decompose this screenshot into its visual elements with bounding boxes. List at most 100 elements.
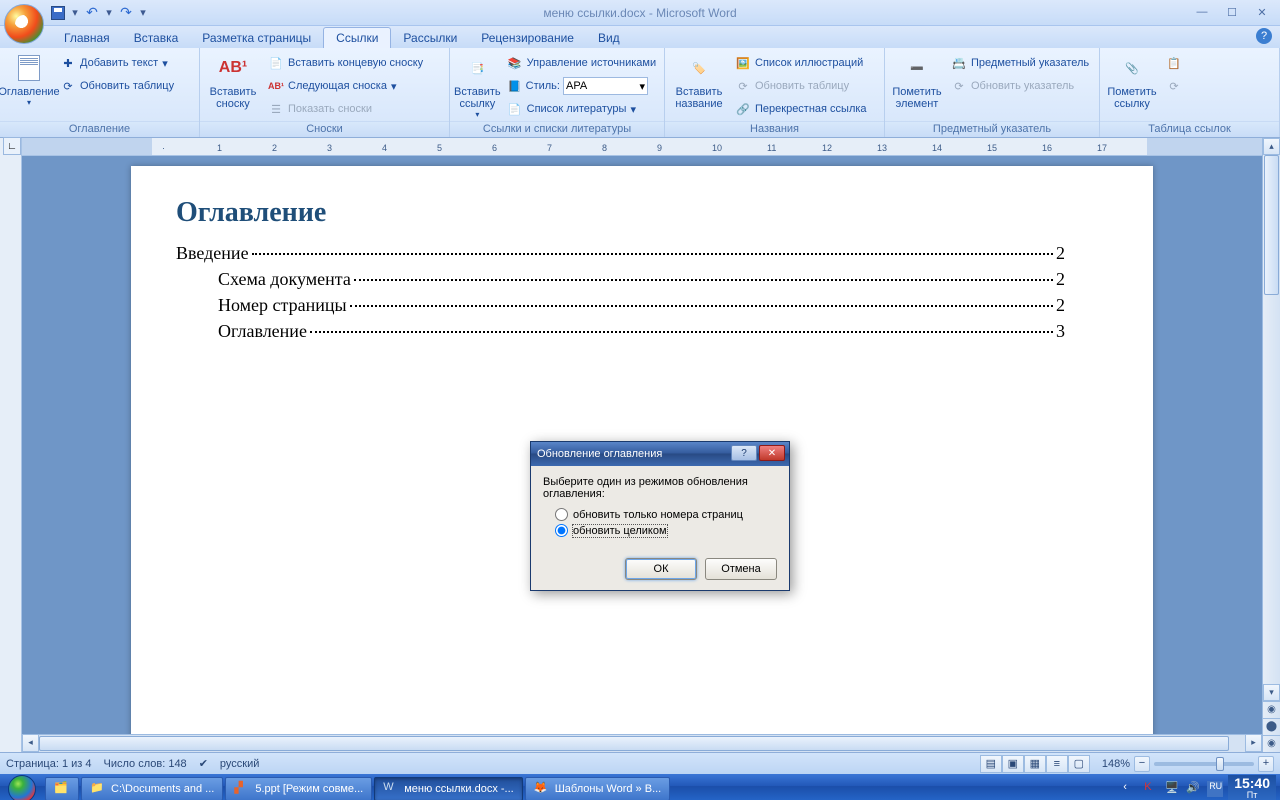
taskbar-documents[interactable]: 📁C:\Documents and ... [81,777,223,800]
web-layout-view[interactable]: ▦ [1024,755,1046,773]
update-toa-button: ⟳ [1162,75,1186,97]
cross-reference-button[interactable]: 🔗Перекрестная ссылка [731,98,871,120]
toc-entry[interactable]: Схема документа2 [176,269,1065,290]
redo-icon[interactable]: ↷ [118,5,134,21]
undo-icon[interactable]: ↶ [84,5,100,21]
group-footnotes-label: Сноски [200,121,449,137]
horizontal-scrollbar[interactable]: ◂ ▸ [22,734,1262,752]
table-of-figures-button[interactable]: 🖼️Список иллюстраций [731,52,871,74]
status-proofing-icon[interactable]: ✔ [199,757,208,770]
show-footnotes-button: ☰Показать сноски [264,98,427,120]
insert-index-button[interactable]: 📇Предметный указатель [947,52,1093,74]
explorer-icon: 🗂️ [54,781,70,797]
hscroll-thumb[interactable] [39,736,1229,751]
dialog-help-button[interactable]: ? [731,445,757,461]
taskbar-ppt[interactable]: ▞5.ppt [Режим совме... [225,777,372,800]
tab-review[interactable]: Рецензирование [469,28,586,48]
zoom-out-button[interactable]: − [1134,756,1150,772]
dialog-title-bar[interactable]: Обновление оглавления ? ✕ [531,442,789,466]
status-language[interactable]: русский [220,758,259,770]
taskbar: 🗂️ 📁C:\Documents and ... ▞5.ppt [Режим с… [0,774,1280,800]
sources-icon: 📚 [507,55,523,71]
maximize-button[interactable]: ☐ [1220,3,1244,21]
vertical-scrollbar[interactable]: ▴ ▾ ◉ ⬤ ◉ [1262,138,1280,752]
outline-view[interactable]: ≡ [1046,755,1068,773]
radio-update-page-numbers[interactable]: обновить только номера страниц [555,508,777,521]
insert-caption-button[interactable]: 🏷️ Вставить название [669,50,729,120]
ok-button[interactable]: ОК [625,558,697,580]
tray-volume-icon[interactable]: 🔊 [1186,781,1202,797]
dialog-close-button[interactable]: ✕ [759,445,785,461]
update-idx-icon: ⟳ [951,78,967,94]
bibliography-button[interactable]: 📄Список литературы ▾ [503,98,660,120]
style-label: Стиль: [526,80,560,92]
insert-footnote-button[interactable]: AB¹ Вставить сноску [204,50,262,120]
status-page[interactable]: Страница: 1 из 4 [6,758,92,770]
toc-entry[interactable]: Введение2 [176,243,1065,264]
tab-view[interactable]: Вид [586,28,632,48]
tab-home[interactable]: Главная [52,28,122,48]
tray-network-icon[interactable]: 🖥️ [1165,781,1181,797]
clock[interactable]: 15:40Пт [1228,775,1276,800]
draft-view[interactable]: ▢ [1068,755,1090,773]
zoom-slider[interactable] [1154,762,1254,766]
update-toc-button[interactable]: ⟳Обновить таблицу [56,75,178,97]
qat-undo-dropdown[interactable]: ▾ [104,5,114,21]
next-page-button[interactable]: ◉ [1263,735,1280,752]
mark-entry-button[interactable]: ➖ Пометить элемент [889,50,945,120]
citation-style-select[interactable]: APA▾ [563,77,648,95]
start-button[interactable] [0,774,44,800]
manage-sources-button[interactable]: 📚Управление источниками [503,52,660,74]
taskbar-explorer[interactable]: 🗂️ [45,777,79,800]
scroll-up-button[interactable]: ▴ [1263,138,1280,155]
taskbar-word[interactable]: Wменю ссылки.docx -... [374,777,523,800]
prev-page-button[interactable]: ◉ [1263,701,1280,718]
full-screen-view[interactable]: ▣ [1002,755,1024,773]
insert-citation-button[interactable]: 📑 Вставить ссылку ▾ [454,50,501,120]
scroll-down-button[interactable]: ▾ [1263,684,1280,701]
close-button[interactable]: ✕ [1250,3,1274,21]
system-tray: ‹ K 🖥️ 🔊 RU 15:40Пт [1123,775,1280,800]
word-icon: W [383,781,399,797]
toc-button[interactable]: Оглавление ▾ [4,50,54,120]
zoom-level[interactable]: 148% [1102,758,1130,770]
next-footnote-button[interactable]: AB¹Следующая сноска ▾ [264,75,427,97]
help-icon[interactable]: ? [1256,28,1272,44]
taskbar-firefox[interactable]: 🦊Шаблоны Word » В... [525,777,671,800]
tab-mailings[interactable]: Рассылки [391,28,469,48]
qat-customize-dropdown[interactable]: ▾ [138,5,148,21]
tray-expand-icon[interactable]: ‹ [1123,781,1139,797]
style-icon: 📘 [507,78,523,94]
document-area[interactable]: Оглавление Введение2 Схема документа2 Но… [22,156,1262,734]
toc-entry[interactable]: Номер страницы2 [176,295,1065,316]
qat-save-dropdown[interactable]: ▾ [70,5,80,21]
save-icon[interactable] [50,5,66,21]
title-bar: ▾ ↶ ▾ ↷ ▾ меню ссылки.docx - Microsoft W… [0,0,1280,26]
toc-entry[interactable]: Оглавление3 [176,321,1065,342]
insert-endnote-button[interactable]: 📄Вставить концевую сноску [264,52,427,74]
tab-page-layout[interactable]: Разметка страницы [190,28,323,48]
print-layout-view[interactable]: ▤ [980,755,1002,773]
tab-selector[interactable]: ∟ [3,137,21,155]
vscroll-thumb[interactable] [1264,155,1279,295]
tray-lang-icon[interactable]: RU [1207,781,1223,797]
mark-citation-button[interactable]: 📎 Пометить ссылку [1104,50,1160,120]
mark-cite-icon: 📎 [1116,52,1148,84]
minimize-button[interactable]: — [1190,3,1214,21]
add-text-button[interactable]: ✚Добавить текст ▾ [56,52,178,74]
scroll-right-button[interactable]: ▸ [1245,734,1262,752]
cancel-button[interactable]: Отмена [705,558,777,580]
tray-av-icon[interactable]: K [1144,781,1160,797]
zoom-in-button[interactable]: + [1258,756,1274,772]
tab-references[interactable]: Ссылки [323,27,391,48]
office-button[interactable] [4,4,44,44]
tab-insert[interactable]: Вставка [122,28,191,48]
footnote-icon: AB¹ [217,52,249,84]
status-words[interactable]: Число слов: 148 [104,758,187,770]
scroll-left-button[interactable]: ◂ [22,734,39,752]
radio-update-entire[interactable]: обновить целиком [555,524,777,537]
show-notes-icon: ☰ [268,101,284,117]
horizontal-ruler[interactable]: ·1234567891011121314151617 [22,138,1262,156]
browse-object-button[interactable]: ⬤ [1263,718,1280,735]
group-index-label: Предметный указатель [885,121,1099,137]
